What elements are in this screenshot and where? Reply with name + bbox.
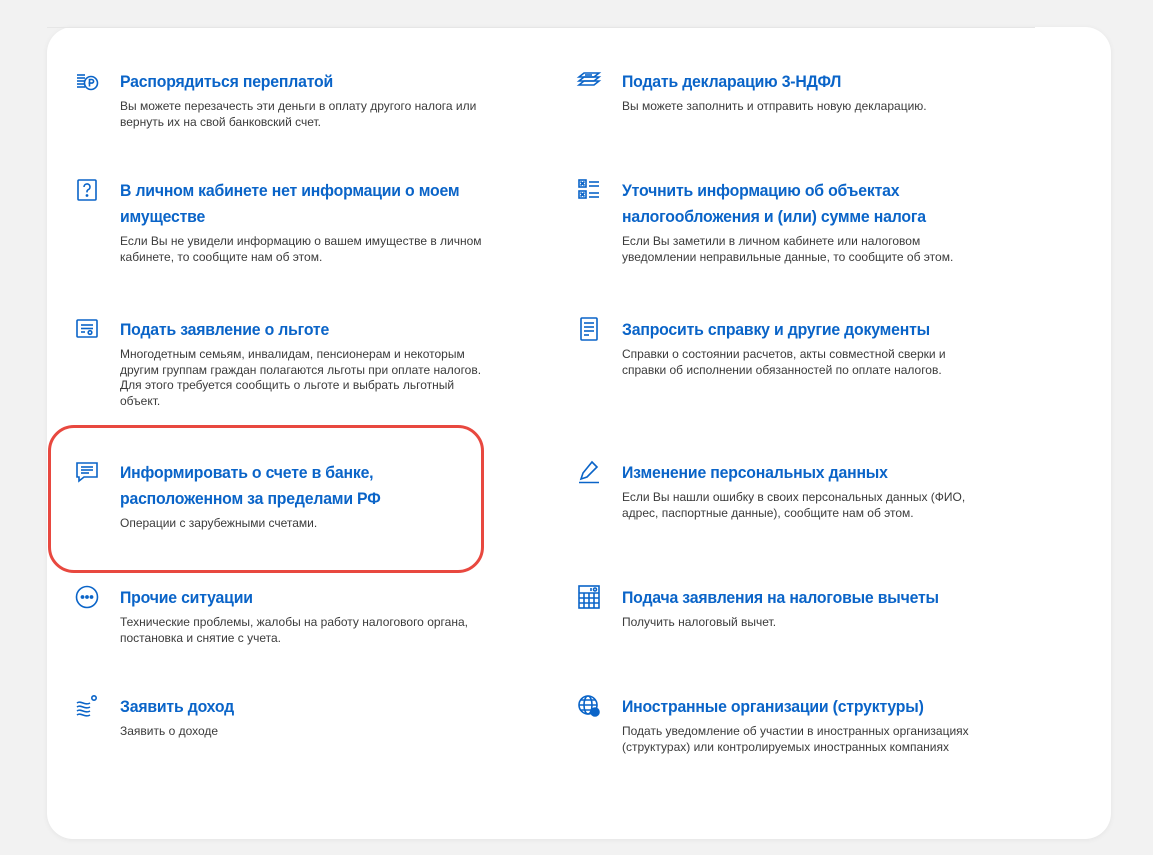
service-title-line-2[interactable]: налогообложения и (или) сумме налога	[622, 204, 994, 230]
service-description: Если Вы не увидели информацию о вашем им…	[120, 234, 482, 264]
coins-ruble-icon	[74, 68, 100, 94]
service-item-clarify-objects[interactable]: Уточнить информацию об объектах налогооб…	[578, 178, 1022, 265]
service-item-no-property-info[interactable]: В личном кабинете нет информации о моем …	[77, 178, 520, 265]
service-title[interactable]: Запросить справку и другие документы	[622, 317, 994, 343]
service-title[interactable]: Прочие ситуации	[120, 585, 492, 611]
pencil-icon	[576, 459, 602, 485]
question-box-icon	[74, 177, 100, 203]
service-title[interactable]: Изменение персональных данных	[622, 460, 994, 486]
service-item-tax-deductions[interactable]: Подача заявления на налоговые вычеты Пол…	[578, 585, 1022, 631]
service-title[interactable]: Подать декларацию 3-НДФЛ	[622, 69, 994, 95]
service-item-foreign-organizations[interactable]: Иностранные организации (структуры) Пода…	[578, 694, 1022, 755]
service-title[interactable]: Заявить доход	[120, 694, 492, 720]
service-description: Вы можете перезачесть эти деньги в оплат…	[120, 99, 477, 129]
money-bills-icon	[576, 68, 602, 94]
checklist-icon	[576, 177, 602, 203]
income-flow-icon	[74, 693, 100, 719]
certificate-icon	[74, 316, 100, 342]
service-description: Многодетным семьям, инвалидам, пенсионер…	[120, 347, 482, 408]
calculator-icon	[576, 584, 602, 610]
document-list-icon	[576, 316, 602, 342]
service-item-other-situations[interactable]: Прочие ситуации Технические проблемы, жа…	[75, 585, 520, 646]
service-description: Справки о состоянии расчетов, акты совме…	[622, 347, 946, 377]
service-item-declaration[interactable]: Подать декларацию 3-НДФЛ Вы можете запол…	[576, 69, 1022, 115]
service-title[interactable]: Подать заявление о льготе	[120, 317, 492, 343]
service-title[interactable]: Распорядиться переплатой	[120, 69, 492, 95]
service-item-request-certificate[interactable]: Запросить справку и другие документы Спр…	[580, 317, 1022, 378]
service-description: Вы можете заполнить и отправить новую де…	[622, 99, 927, 113]
service-item-overpayment[interactable]: Распорядиться переплатой Вы можете перез…	[77, 69, 520, 130]
service-description: Получить налоговый вычет.	[622, 615, 777, 629]
service-title[interactable]: Иностранные организации (структуры)	[622, 694, 994, 720]
service-description: Заявить о доходе	[120, 724, 219, 738]
service-item-declare-income[interactable]: Заявить доход Заявить о доходе	[76, 694, 520, 740]
service-description: Технические проблемы, жалобы на работу н…	[120, 615, 468, 645]
service-description: Если Вы нашли ошибку в своих персональны…	[622, 490, 966, 520]
service-item-personal-data-change[interactable]: Изменение персональных данных Если Вы на…	[579, 460, 1022, 521]
globe-icon	[576, 693, 602, 719]
service-title[interactable]: Подача заявления на налоговые вычеты	[622, 585, 994, 611]
service-description: Если Вы заметили в личном кабинете или н…	[622, 234, 954, 264]
top-divider	[47, 27, 1035, 28]
service-description: Подать уведомление об участии в иностран…	[622, 724, 969, 754]
selection-highlight	[48, 425, 484, 573]
service-title[interactable]: Уточнить информацию об объектах	[622, 178, 994, 204]
more-dots-icon	[74, 584, 100, 610]
service-title-line-2[interactable]: имуществе	[120, 204, 492, 230]
service-title[interactable]: В личном кабинете нет информации о моем	[120, 178, 492, 204]
service-item-benefit-application[interactable]: Подать заявление о льготе Многодетным се…	[76, 317, 520, 409]
